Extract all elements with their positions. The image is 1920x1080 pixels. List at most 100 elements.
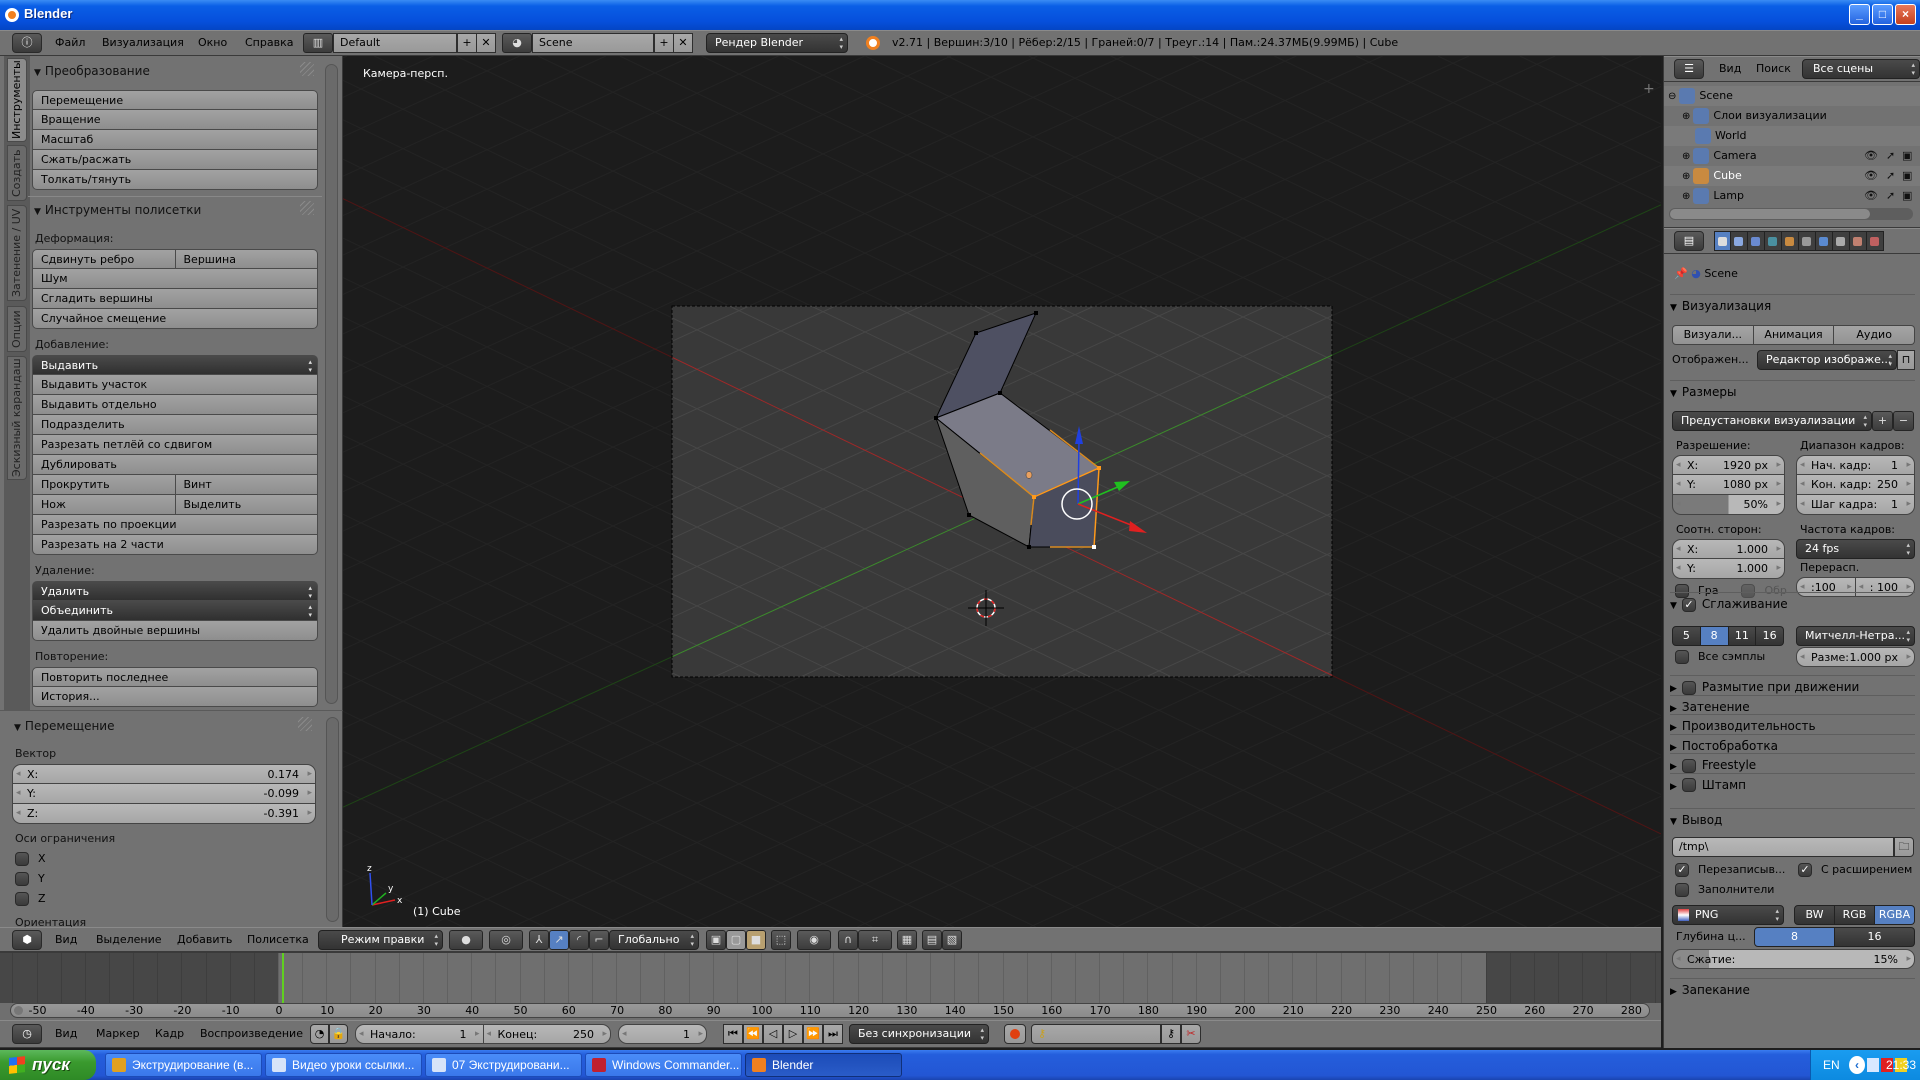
- camera-render-button[interactable]: ▧: [942, 930, 962, 950]
- network-icon[interactable]: [1867, 1058, 1879, 1072]
- operator-panel-scrollbar[interactable]: [326, 717, 339, 922]
- auto-keying-button[interactable]: [1004, 1024, 1026, 1044]
- штамп-panel-header[interactable]: ▶ Штамп: [1670, 772, 1915, 795]
- filter-size-field[interactable]: Разме:1.000 px: [1796, 647, 1915, 667]
- render-tab[interactable]: [1714, 231, 1731, 251]
- translate-manipulator-button[interactable]: ↗: [549, 930, 569, 950]
- color-depth-16-button[interactable]: 16: [1835, 927, 1915, 947]
- expand-toggle-icon[interactable]: ⊕: [1682, 151, 1690, 162]
- add-layout-button[interactable]: +: [457, 33, 477, 53]
- aa-samples-8-button[interactable]: 8: [1700, 626, 1729, 646]
- tab-4[interactable]: Эскизный карандаш: [7, 356, 27, 480]
- outliner-item-lamp[interactable]: ⊕ Lamp 👁 ➚ ▣: [1664, 186, 1920, 206]
- tool-button-8-0[interactable]: Разрезать по проекции: [32, 515, 318, 535]
- taskbar-item-1[interactable]: Видео уроки ссылки...: [265, 1053, 422, 1077]
- transform-orientation-dropdown[interactable]: Глобально: [609, 930, 699, 950]
- limit-selection-button[interactable]: ⬚: [771, 930, 791, 950]
- tool-button-9-0[interactable]: Разрезать на 2 части: [32, 535, 318, 555]
- штамп-checkbox[interactable]: [1681, 778, 1696, 792]
- display-mode-dropdown[interactable]: Все сцены: [1802, 59, 1920, 79]
- panel-header[interactable]: ▼ Инструменты полисетки: [32, 197, 318, 223]
- outliner-hscrollbar[interactable]: [1669, 208, 1913, 220]
- full-sample-checkbox[interactable]: [1675, 650, 1689, 664]
- menu-render[interactable]: Визуализация: [102, 36, 184, 49]
- timeline-ruler[interactable]: -50 -40 -30 -20 -10 0 10 20 30 40 50 60 70 80 90 100 110…: [10, 1003, 1650, 1018]
- taskbar-item-2[interactable]: 07 Экструдировани...: [425, 1053, 582, 1077]
- outliner-item-camera[interactable]: ⊕ Camera 👁 ➚ ▣: [1664, 146, 1920, 166]
- scrollbar-thumb[interactable]: [1670, 209, 1870, 219]
- menu-playback[interactable]: Воспроизведение: [200, 1027, 303, 1040]
- vector-y-field[interactable]: Y: -0.099: [12, 784, 316, 804]
- maximize-button[interactable]: □: [1872, 4, 1893, 25]
- constraint-x-checkbox[interactable]: [15, 852, 29, 866]
- snap-element-dropdown[interactable]: ⌗: [858, 930, 892, 950]
- размытие-при-движении-checkbox[interactable]: [1681, 680, 1696, 695]
- insert-keyframe-button[interactable]: ⚷: [1161, 1024, 1181, 1044]
- area-split-plus-icon[interactable]: +: [1643, 81, 1655, 97]
- compression-slider[interactable]: Сжатие: 15%: [1672, 949, 1915, 969]
- y-arrow-icon[interactable]: [1114, 481, 1130, 491]
- close-button[interactable]: ×: [1895, 4, 1916, 25]
- timeline-tracks[interactable]: [0, 953, 1661, 1003]
- aa-samples-5-button[interactable]: 5: [1672, 626, 1701, 646]
- scale-manipulator-button[interactable]: ⌐: [589, 930, 609, 950]
- jump-end-button[interactable]: ⏭: [823, 1024, 843, 1044]
- output-path-field[interactable]: /tmp\: [1672, 837, 1894, 857]
- output-panel-header[interactable]: ▼ Вывод: [1670, 808, 1915, 830]
- delete-keyframe-button[interactable]: ✂: [1181, 1024, 1201, 1044]
- outliner-item-cube[interactable]: ⊕ Cube 👁 ➚ ▣: [1664, 166, 1920, 186]
- preview-range-button[interactable]: ◔: [310, 1024, 329, 1044]
- renderable-camera-icon[interactable]: ▣: [1902, 146, 1912, 166]
- lock-interface-button[interactable]: ⊓: [1897, 350, 1915, 370]
- lock-range-button[interactable]: 🔒: [329, 1024, 348, 1044]
- tool-button-0-0[interactable]: Сдвинуть ребро: [32, 249, 176, 269]
- current-frame-field[interactable]: 1: [618, 1024, 707, 1044]
- menu-add[interactable]: Добавить: [177, 933, 232, 946]
- renderable-camera-icon[interactable]: ▣: [1902, 166, 1912, 186]
- render-display-dropdown[interactable]: Редактор изображе...: [1757, 350, 1897, 370]
- screen-layout-button[interactable]: ▥: [303, 33, 333, 53]
- viewport-shading-button[interactable]: ●: [449, 930, 483, 950]
- screen-layout-field[interactable]: Default: [333, 33, 457, 53]
- tool-button-7-0[interactable]: Нож: [32, 495, 176, 515]
- menu-view[interactable]: Вид: [1719, 62, 1741, 75]
- remove-scene-button[interactable]: ✕: [673, 33, 693, 53]
- prev-keyframe-button[interactable]: ⏪: [743, 1024, 763, 1044]
- z-arrow-icon[interactable]: [1075, 426, 1083, 444]
- viewport-canvas[interactable]: x y z: [343, 56, 1661, 927]
- 3d-viewport[interactable]: x y z Камера-персп. (1) Cube +: [343, 56, 1661, 927]
- frame-step-field[interactable]: Шаг кадра: 1: [1796, 495, 1915, 515]
- play-reverse-button[interactable]: ◁: [763, 1024, 783, 1044]
- constraints-tab[interactable]: [1799, 231, 1816, 251]
- z-axis-handle[interactable]: [1077, 439, 1080, 505]
- menu-search[interactable]: Поиск: [1756, 62, 1791, 75]
- tab-1[interactable]: Создать: [7, 145, 27, 201]
- opengl-render-animation-button[interactable]: ▤: [922, 930, 942, 950]
- aa-samples-11-button[interactable]: 11: [1728, 626, 1757, 646]
- language-indicator[interactable]: EN: [1823, 1050, 1840, 1080]
- color-mode-rgba-button[interactable]: RGBA: [1875, 905, 1915, 925]
- taskbar-item-4[interactable]: Blender: [745, 1053, 902, 1077]
- tool-button-1-0[interactable]: Вращение: [32, 110, 318, 130]
- tool-button-3-0[interactable]: Сжать/расжать: [32, 150, 318, 170]
- panel-header[interactable]: ▼ Преобразование: [32, 58, 318, 84]
- scene-field[interactable]: Scene: [532, 33, 654, 53]
- selectable-cursor-icon[interactable]: ➚: [1886, 186, 1895, 206]
- tool-button-5-0[interactable]: Дублировать: [32, 455, 318, 475]
- render-image-button[interactable]: Визуали...: [1672, 325, 1754, 345]
- editor-type-timeline-button[interactable]: ◷: [12, 1024, 42, 1044]
- menu-mesh[interactable]: Полисетка: [247, 933, 309, 946]
- tool-button-0-1[interactable]: Вершина: [175, 249, 318, 269]
- tool-button-3-0[interactable]: Случайное смещение: [32, 309, 318, 329]
- remove-layout-button[interactable]: ✕: [476, 33, 496, 53]
- ruler-handle-icon[interactable]: [14, 1006, 23, 1015]
- opengl-render-button[interactable]: ▦: [897, 930, 917, 950]
- expand-toggle-icon[interactable]: [1682, 131, 1692, 142]
- color-depth-8-button[interactable]: 8: [1754, 927, 1835, 947]
- modifiers-tab[interactable]: [1816, 231, 1833, 251]
- tool-button-2-0[interactable]: Выдавить отдельно: [32, 395, 318, 415]
- play-button[interactable]: ▷: [783, 1024, 803, 1044]
- manipulator-toggle-button[interactable]: ⅄: [529, 930, 549, 950]
- editor-type-outliner-button[interactable]: ☰: [1674, 59, 1704, 79]
- resolution-x-field[interactable]: X: 1920 px: [1672, 455, 1785, 475]
